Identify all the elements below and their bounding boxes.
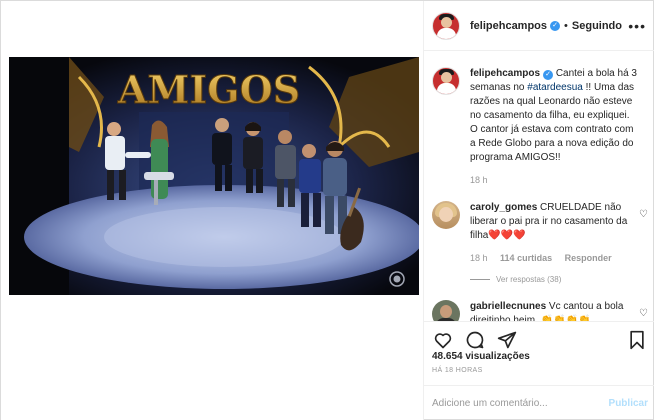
comment-username[interactable]: gabriellecnunes xyxy=(470,301,546,312)
following-button[interactable]: Seguindo xyxy=(572,20,622,32)
post-media: AMIGOS xyxy=(1,1,423,420)
comment-item: gabriellecnunes Vc cantou a bola direiti… xyxy=(432,300,648,321)
more-options-icon[interactable]: ••• xyxy=(628,18,646,34)
caption-time[interactable]: 18 h xyxy=(470,175,488,185)
separator-dot: • xyxy=(564,19,568,32)
view-replies-button[interactable]: Ver respostas (38) xyxy=(470,275,648,284)
author-username[interactable]: felipehcampos xyxy=(470,20,547,32)
comment-item: caroly_gomes CRUELDADE não liberar o pai… xyxy=(432,201,648,265)
publish-button[interactable]: Publicar xyxy=(609,398,648,409)
view-count[interactable]: 48.654 visualizações xyxy=(432,351,530,362)
instagram-post: AMIGOS felipehcampos ✓ • Seguindo ••• fe… xyxy=(0,0,654,420)
comment-input[interactable] xyxy=(432,398,609,409)
commenter-avatar[interactable] xyxy=(432,201,460,229)
post-timestamp[interactable]: HÁ 18 HORAS xyxy=(432,367,483,374)
verified-badge-icon: ✓ xyxy=(543,70,554,80)
comment-bubble-icon[interactable] xyxy=(464,329,486,351)
video-frame: AMIGOS xyxy=(9,57,419,295)
add-comment-bar: Publicar xyxy=(424,385,654,420)
share-send-icon[interactable] xyxy=(496,329,518,351)
divider-line xyxy=(470,279,490,280)
caption-text-end: !! Uma das razões na qual Leonardo não e… xyxy=(470,82,635,163)
bookmark-icon[interactable] xyxy=(626,329,648,351)
author-avatar[interactable] xyxy=(432,11,460,40)
caption-author-avatar[interactable] xyxy=(432,67,460,95)
caption-username[interactable]: felipehcampos xyxy=(470,68,540,79)
like-heart-icon[interactable] xyxy=(432,329,454,351)
commenter-avatar[interactable] xyxy=(432,300,460,321)
video-sign-text: AMIGOS xyxy=(117,67,300,112)
verified-badge-icon: ✓ xyxy=(550,20,561,31)
post-side-panel: felipehcampos ✓ • Seguindo ••• felipehca… xyxy=(423,1,654,420)
caption: felipehcampos ✓ Cantei a bola há 3 semana… xyxy=(432,67,648,187)
like-comment-heart-icon[interactable]: ♡ xyxy=(639,308,648,319)
view-replies-label: Ver respostas (38) xyxy=(496,275,562,284)
post-header: felipehcampos ✓ • Seguindo ••• xyxy=(424,1,654,51)
comment-likes[interactable]: 114 curtidas xyxy=(500,253,552,263)
reply-button[interactable]: Responder xyxy=(565,253,612,263)
video-player[interactable]: AMIGOS xyxy=(9,57,419,295)
comments-list[interactable]: felipehcampos ✓ Cantei a bola há 3 semana… xyxy=(424,51,654,321)
comment-username[interactable]: caroly_gomes xyxy=(470,202,537,213)
like-comment-heart-icon[interactable]: ♡ xyxy=(639,209,648,220)
caption-hashtag[interactable]: #atardeesua xyxy=(527,82,583,93)
comment-time[interactable]: 18 h xyxy=(470,253,488,263)
